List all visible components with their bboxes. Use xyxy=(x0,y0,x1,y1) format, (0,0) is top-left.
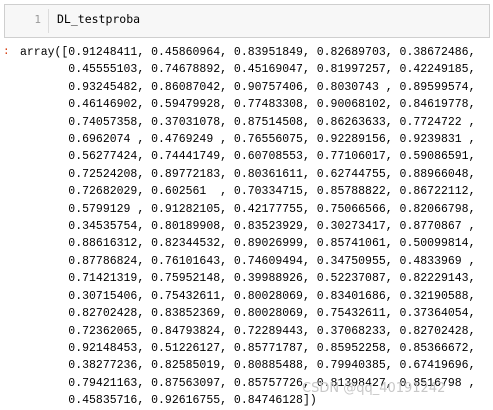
output-line: 0.5799129 , 0.91282105, 0.42177755, 0.75… xyxy=(20,202,476,216)
output-prompt: : xyxy=(3,44,10,57)
output-line: 0.34535754, 0.80189908, 0.83523929, 0.30… xyxy=(20,220,476,234)
output-line: 0.45835716, 0.92616755, 0.84746128]) xyxy=(20,394,317,408)
output-text: array([0.91248411, 0.45860964, 0.8395184… xyxy=(20,44,475,410)
cell-prompt-marker xyxy=(9,11,17,33)
watermark: CSDN @qq_40191242 xyxy=(302,381,446,396)
output-line: 0.72362065, 0.84793824, 0.72289443, 0.37… xyxy=(20,324,476,338)
output-line: 0.88616312, 0.82344532, 0.89026999, 0.85… xyxy=(20,237,476,251)
output-line: 0.30715406, 0.75432611, 0.80028069, 0.83… xyxy=(20,289,476,303)
output-cell: : array([0.91248411, 0.45860964, 0.83951… xyxy=(0,44,493,409)
output-line: 0.92148453, 0.51226127, 0.85771787, 0.85… xyxy=(20,341,476,355)
gutter-divider xyxy=(48,9,49,33)
output-line: 0.72524208, 0.89772183, 0.80361611, 0.62… xyxy=(20,167,476,181)
input-cell[interactable]: 1 DL_testproba xyxy=(4,4,490,38)
output-line: 0.71421319, 0.75952148, 0.39988926, 0.52… xyxy=(20,272,476,286)
output-line: 0.38277236, 0.82585019, 0.80885488, 0.79… xyxy=(20,359,476,373)
output-line: 0.93245482, 0.86087042, 0.90757406, 0.80… xyxy=(20,80,476,94)
output-line: 0.87786824, 0.76101643, 0.74609494, 0.34… xyxy=(20,254,476,268)
output-line: 0.72682029, 0.602561 , 0.70334715, 0.857… xyxy=(20,185,476,199)
output-line: 0.56277424, 0.74441749, 0.60708553, 0.77… xyxy=(20,150,476,164)
output-line: 0.45555103, 0.74678892, 0.45169047, 0.81… xyxy=(20,63,476,77)
output-line: 0.82702428, 0.83852369, 0.80028069, 0.75… xyxy=(20,307,476,321)
output-line: 0.6962074 , 0.4769249 , 0.76556075, 0.92… xyxy=(20,133,476,147)
code-line[interactable]: DL_testproba xyxy=(57,12,140,26)
output-line: array([0.91248411, 0.45860964, 0.8395184… xyxy=(20,46,476,59)
line-number: 1 xyxy=(34,13,41,26)
output-line: 0.74057358, 0.37031078, 0.87514508, 0.86… xyxy=(20,115,476,129)
output-line: 0.46146902, 0.59479928, 0.77483308, 0.90… xyxy=(20,98,476,112)
